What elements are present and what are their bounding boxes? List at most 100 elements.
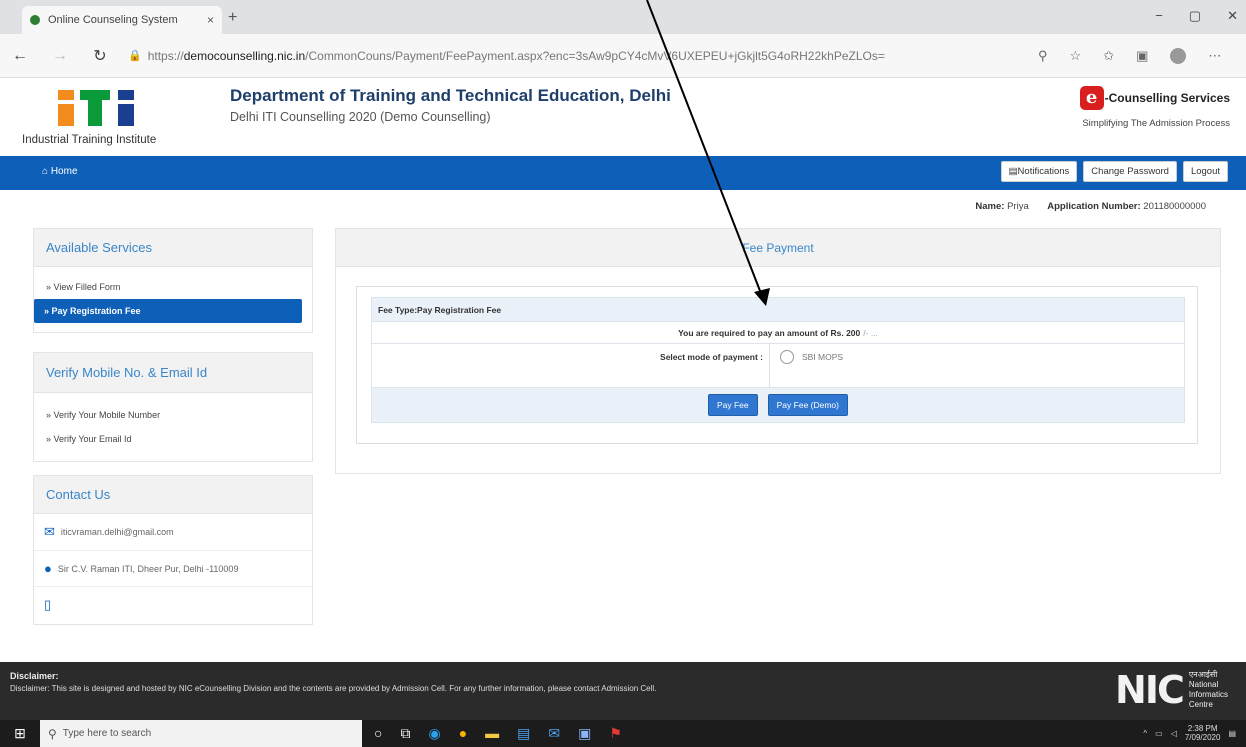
iti-logo: Industrial Training Institute [22, 86, 202, 146]
site-favicon-icon [30, 15, 40, 25]
sbi-mops-radio[interactable] [780, 350, 794, 364]
mail-icon[interactable]: ✉ [548, 725, 560, 742]
notification-center-icon[interactable]: ▤ [1228, 729, 1236, 738]
taskbar-search-placeholder: Type here to search [62, 728, 152, 739]
available-services-panel: Available Services » View Filled Form » … [33, 228, 313, 333]
home-icon: ⌂ [42, 166, 51, 177]
envelope-icon: ✉ [44, 524, 55, 539]
favorites-bar-icon[interactable]: ✩ [1103, 48, 1114, 64]
fee-type-header: Fee Type:Pay Registration Fee [372, 298, 1184, 322]
chrome-icon[interactable]: ● [459, 725, 467, 742]
iti-caption: Industrial Training Institute [22, 134, 157, 146]
close-window-icon[interactable]: ✕ [1227, 8, 1238, 24]
more-menu-icon[interactable]: ⋯ [1208, 48, 1221, 64]
application-number-label: Application Number: [1047, 201, 1141, 212]
window-controls: − ▢ ✕ [1155, 8, 1238, 24]
nic-informatics: Informatics [1188, 690, 1228, 699]
nic-logo-mark: NIC [1115, 668, 1185, 712]
change-password-button[interactable]: Change Password [1083, 161, 1177, 182]
zoom-icon[interactable]: ⚲ [1038, 48, 1048, 64]
tab-title: Online Counseling System [48, 14, 178, 26]
available-services-title: Available Services [34, 229, 312, 267]
address-bar-row: ← → ↻ 🔒 https:// democounselling.nic.in … [0, 34, 1246, 78]
url-path: /CommonCouns/Payment/FeePayment.aspx?enc… [305, 48, 885, 63]
photos-icon[interactable]: ▣ [578, 725, 591, 742]
verify-panel: Verify Mobile No. & Email Id » Verify Yo… [33, 352, 313, 462]
sidebar-item-verify-mobile[interactable]: » Verify Your Mobile Number [34, 403, 312, 427]
mobile-phone-icon: ▯ [44, 597, 52, 612]
contact-panel: Contact Us ✉ iticvraman.delhi@gmail.com … [33, 475, 313, 625]
file-explorer-icon[interactable]: ▬ [485, 725, 499, 742]
verify-mobile-label: Verify Your Mobile Number [53, 410, 161, 420]
disclaimer-title: Disclaimer: [10, 671, 59, 681]
collections-icon[interactable]: ▣ [1136, 48, 1148, 64]
iti-logo-mark [58, 86, 202, 130]
home-link[interactable]: ⌂ Home [42, 166, 78, 177]
verify-title: Verify Mobile No. & Email Id [34, 353, 312, 393]
search-icon: ⚲ [48, 726, 57, 741]
department-block: Department of Training and Technical Edu… [230, 86, 671, 124]
contact-address-row: ● Sir C.V. Raman ITI, Dheer Pur, Delhi -… [34, 551, 312, 587]
acrobat-icon[interactable]: ⚑ [609, 725, 622, 742]
sidebar-item-view-filled-form[interactable]: » View Filled Form [34, 275, 312, 299]
disclaimer-text: Disclaimer: This site is designed and ho… [10, 684, 657, 693]
url-field[interactable]: 🔒 https:// democounselling.nic.in /Commo… [128, 43, 1008, 69]
counselling-title: -Counselling Services [1104, 91, 1230, 105]
contact-phone-row: ▯ [34, 587, 312, 623]
profile-avatar[interactable] [1170, 47, 1187, 64]
user-info-line: Name: Priya Application Number: 20118000… [975, 201, 1206, 212]
logout-button[interactable]: Logout [1182, 161, 1228, 182]
new-tab-icon[interactable]: + [228, 9, 237, 27]
notifications-button[interactable]: ▤Notifications [1000, 161, 1078, 182]
nic-logo: NIC एनआईसी National Informatics Centre [1115, 668, 1228, 712]
notification-icon: ▤ [1008, 166, 1018, 177]
view-filled-form-label: View Filled Form [53, 282, 121, 292]
contact-email-row: ✉ iticvraman.delhi@gmail.com [34, 514, 312, 551]
payment-mode-label: Select mode of payment : [372, 344, 770, 387]
tab-close-icon[interactable]: × [207, 13, 214, 27]
clock-date: 7/09/2020 [1184, 733, 1221, 742]
maximize-icon[interactable]: ▢ [1189, 8, 1201, 24]
taskbar-search-box[interactable]: ⚲ Type here to search [40, 720, 362, 747]
nic-centre: Centre [1188, 700, 1213, 709]
cortana-icon[interactable]: ○ [374, 725, 382, 742]
payment-mode-row: Select mode of payment : SBI MOPS [372, 344, 1184, 388]
store-icon[interactable]: ▤ [517, 725, 530, 742]
map-pin-icon: ● [44, 561, 52, 576]
browser-tab[interactable]: Online Counseling System × [22, 6, 222, 34]
task-view-icon[interactable]: ⧉ [400, 725, 410, 742]
favorite-star-icon[interactable]: ☆ [1070, 48, 1082, 64]
nic-national: National [1188, 680, 1219, 689]
department-subtitle: Delhi ITI Counselling 2020 (Demo Counsel… [230, 110, 491, 124]
sidebar-item-pay-registration-fee[interactable]: » Pay Registration Fee [34, 299, 302, 323]
tray-chevron-icon[interactable]: ^ [1143, 729, 1147, 738]
edge-browser-icon[interactable]: ◉ [428, 725, 440, 742]
home-label: Home [50, 166, 78, 177]
sidebar-item-verify-email[interactable]: » Verify Your Email Id [34, 427, 312, 451]
browser-tab-bar: Online Counseling System × + − ▢ ✕ [0, 0, 1246, 34]
forward-arrow-icon[interactable]: → [40, 47, 80, 65]
back-arrow-icon[interactable]: ← [0, 47, 40, 65]
sbi-mops-label: SBI MOPS [802, 352, 844, 362]
site-header: Industrial Training Institute Department… [0, 78, 1246, 156]
contact-email[interactable]: iticvraman.delhi@gmail.com [61, 527, 174, 537]
e-counselling-logo-icon: e [1079, 86, 1104, 110]
site-footer: Disclaimer: Disclaimer: This site is des… [0, 662, 1246, 720]
url-host: democounselling.nic.in [183, 48, 306, 63]
windows-start-icon[interactable]: ⊞ [0, 725, 40, 742]
pay-fee-button[interactable]: Pay Fee [707, 394, 758, 416]
network-icon[interactable]: ▭ [1155, 729, 1163, 738]
notifications-label: Notifications [1017, 166, 1070, 177]
nic-hindi: एनआईसी [1188, 670, 1218, 679]
counselling-tagline: Simplifying The Admission Process [1082, 118, 1230, 129]
system-tray: ^ ▭ ◁ 2:38 PM 7/09/2020 ▤ [1143, 724, 1236, 742]
fee-payment-container: Fee Type:Pay Registration Fee You are re… [356, 286, 1198, 444]
pay-fee-demo-button[interactable]: Pay Fee (Demo) [767, 394, 848, 416]
refresh-icon[interactable]: ↻ [80, 46, 120, 66]
volume-icon[interactable]: ◁ [1171, 729, 1177, 738]
taskbar-clock[interactable]: 2:38 PM 7/09/2020 [1185, 724, 1221, 742]
lock-icon: 🔒 [128, 50, 142, 62]
payment-option-sbi-mops[interactable]: SBI MOPS [770, 344, 843, 387]
amount-required-row: You are required to pay an amount of Rs.… [372, 322, 1184, 344]
minimize-icon[interactable]: − [1155, 8, 1163, 24]
